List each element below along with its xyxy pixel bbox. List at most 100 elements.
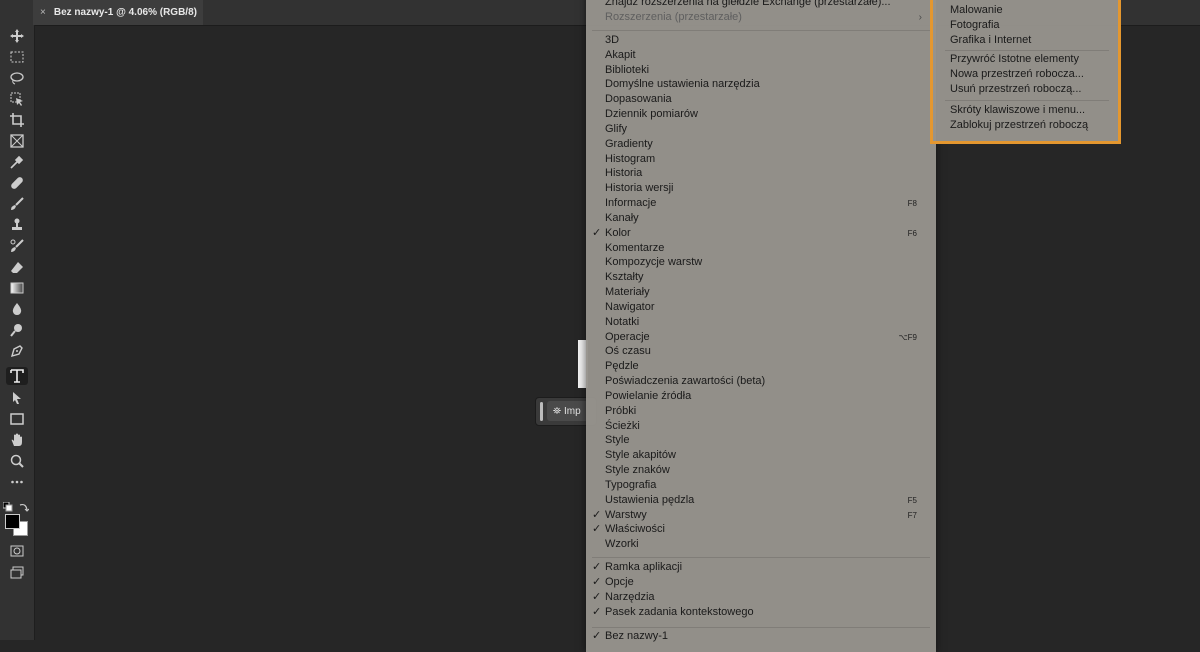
- dodge-tool-icon[interactable]: [6, 321, 28, 339]
- object-select-tool-icon[interactable]: [6, 90, 28, 108]
- menu-item-kolor[interactable]: ✓ Kolor F6: [586, 226, 936, 241]
- eraser-tool-icon[interactable]: [6, 258, 28, 276]
- menu-item-label: Kanały: [605, 211, 639, 224]
- move-tool-icon[interactable]: [6, 27, 28, 45]
- eyedropper-tool-icon[interactable]: [6, 153, 28, 171]
- document-tab[interactable]: × Bez nazwy-1 @ 4.06% (RGB/8): [33, 0, 203, 25]
- menu-item-label: Typografia: [605, 478, 657, 491]
- default-colors-icon[interactable]: [2, 499, 13, 512]
- menu-item-historia-wersji[interactable]: Historia wersji: [586, 181, 936, 196]
- menu-item-znajdz-rozszerzenia-na-gieldzie-exchange-przestarzale[interactable]: Znajdź rozszerzenia na giełdzie Exchange…: [586, 0, 936, 10]
- menu-item-kanaly[interactable]: Kanały: [586, 211, 936, 226]
- menu-item-wlasciwosci[interactable]: ✓ Właściwości: [586, 522, 936, 537]
- menu-item-komentarze[interactable]: Komentarze: [586, 241, 936, 256]
- hand-tool-icon[interactable]: [6, 431, 28, 449]
- menu-item-kompozycje-warstw[interactable]: Kompozycje warstw: [586, 255, 936, 270]
- menu-item-label: Oś czasu: [605, 345, 651, 358]
- menu-item-typografia[interactable]: Typografia: [586, 478, 936, 493]
- menu-item-ustawienia-pedzla[interactable]: Ustawienia pędzla F5: [586, 493, 936, 508]
- lasso-tool-icon[interactable]: [6, 69, 28, 87]
- menu-item-notatki[interactable]: Notatki: [586, 315, 936, 330]
- brush-tool-icon[interactable]: [6, 195, 28, 213]
- swap-colors-icon[interactable]: [19, 499, 30, 512]
- menu-item-label: Histogram: [605, 152, 656, 165]
- rectangle-tool-icon[interactable]: [6, 410, 28, 428]
- menu-item-sciezki[interactable]: Ścieżki: [586, 419, 936, 434]
- menu-item-dziennik-pomiarow[interactable]: Dziennik pomiarów: [586, 107, 936, 122]
- menu-item-3d[interactable]: 3D: [586, 33, 936, 48]
- menu-item-informacje[interactable]: Informacje F8: [586, 196, 936, 211]
- menu-item-warstwy[interactable]: ✓ Warstwy F7: [586, 508, 936, 523]
- crop-tool-icon[interactable]: [6, 111, 28, 129]
- shortcut-label: F6: [907, 228, 917, 238]
- menu-item-akapit[interactable]: Akapit: [586, 48, 936, 63]
- menu-item-label: Narzędzia: [605, 590, 655, 603]
- menu-item-style[interactable]: Style: [586, 433, 936, 448]
- menu-item-glify[interactable]: Glify: [586, 122, 936, 137]
- more-tools-icon[interactable]: [6, 473, 28, 491]
- pen-tool-icon[interactable]: [6, 342, 28, 360]
- gradient-tool-icon[interactable]: [6, 279, 28, 297]
- menu-item-ramka-aplikacji[interactable]: ✓ Ramka aplikacji: [586, 560, 936, 575]
- menu-item-label: Właściwości: [605, 523, 665, 536]
- window-menu: Znajdź rozszerzenia na giełdzie Exchange…: [586, 0, 936, 652]
- menu-item-nawigator[interactable]: Nawigator: [586, 300, 936, 315]
- drag-handle-icon[interactable]: [540, 402, 543, 421]
- healing-brush-tool-icon[interactable]: [6, 174, 28, 192]
- tab-close-icon[interactable]: ×: [40, 7, 46, 18]
- menu-item-rozszerzenia-przestarzale[interactable]: Rozszerzenia (przestarzałe) ›: [586, 10, 936, 25]
- checkmark-icon: ✓: [592, 508, 602, 521]
- clone-stamp-tool-icon[interactable]: [6, 216, 28, 234]
- workspace-item-fotografia[interactable]: Fotografia: [950, 18, 1000, 33]
- menu-item-label: Znajdź rozszerzenia na giełdzie Exchange…: [605, 0, 891, 8]
- menu-item-os-czasu[interactable]: Oś czasu: [586, 344, 936, 359]
- workspace-item-malowanie[interactable]: Malowanie: [950, 3, 1003, 18]
- workspace-item-usun-przestrzen-robocza[interactable]: Usuń przestrzeń roboczą...: [950, 82, 1081, 97]
- menu-item-powielanie-zrodla[interactable]: Powielanie źródła: [586, 389, 936, 404]
- type-tool-icon[interactable]: [6, 367, 28, 385]
- workspace-submenu: Malowanie Fotografia Grafika i Internet Prz…: [930, 0, 1121, 144]
- shortcut-label: ⌥F9: [898, 332, 917, 342]
- menu-item-operacje[interactable]: Operacje ⌥F9: [586, 330, 936, 345]
- menu-item-ksztalty[interactable]: Kształty: [586, 270, 936, 285]
- menu-item-label: Rozszerzenia (przestarzałe): [605, 11, 742, 23]
- checkmark-icon: ✓: [592, 575, 602, 588]
- menu-item-narzedzia[interactable]: ✓ Narzędzia: [586, 590, 936, 605]
- menu-item-style-znakow[interactable]: Style znaków: [586, 463, 936, 478]
- menu-separator: [592, 30, 930, 31]
- menu-item-label: Historia: [605, 167, 643, 180]
- menu-separator: [945, 50, 1109, 51]
- menu-item-dopasowania[interactable]: Dopasowania: [586, 92, 936, 107]
- workspace-item-grafika-i-internet[interactable]: Grafika i Internet: [950, 33, 1031, 48]
- menu-item-domyslne-ustawienia-narzedzia[interactable]: Domyślne ustawienia narzędzia: [586, 77, 936, 92]
- menu-item-historia[interactable]: Historia: [586, 166, 936, 181]
- menu-item-bez-nazwy-1[interactable]: ✓ Bez nazwy-1: [586, 629, 936, 644]
- zoom-tool-icon[interactable]: [6, 452, 28, 470]
- menu-item-opcje[interactable]: ✓ Opcje: [586, 575, 936, 590]
- frame-tool-icon[interactable]: [6, 132, 28, 150]
- workspace-item-nowa-przestrzen-robocza[interactable]: Nowa przestrzeń robocza...: [950, 67, 1084, 82]
- blur-tool-icon[interactable]: [6, 300, 28, 318]
- menu-item-label: Próbki: [605, 404, 637, 417]
- screen-mode-icon[interactable]: [6, 564, 28, 582]
- menu-item-gradienty[interactable]: Gradienty: [586, 137, 936, 152]
- history-brush-tool-icon[interactable]: [6, 237, 28, 255]
- menu-item-histogram[interactable]: Histogram: [586, 152, 936, 167]
- foreground-color-swatch[interactable]: [5, 514, 20, 529]
- menu-item-pedzle[interactable]: Pędzle: [586, 359, 936, 374]
- quick-mask-icon[interactable]: [6, 542, 28, 560]
- menu-item-label: Kolor: [605, 226, 631, 239]
- path-selection-tool-icon[interactable]: [6, 389, 28, 407]
- menu-item-biblioteki[interactable]: Biblioteki: [586, 63, 936, 78]
- menu-item-style-akapitow[interactable]: Style akapitów: [586, 448, 936, 463]
- workspace-item-skroty-klawiszowe-i-menu[interactable]: Skróty klawiszowe i menu...: [950, 103, 1085, 118]
- workspace-item-zablokuj-przestrzen-robocza[interactable]: Zablokuj przestrzeń roboczą: [950, 118, 1088, 133]
- menu-item-probki[interactable]: Próbki: [586, 404, 936, 419]
- menu-item-wzorki[interactable]: Wzorki: [586, 537, 936, 552]
- menu-item-label: Materiały: [605, 286, 650, 299]
- menu-item-pasek-zadania-kontekstowego[interactable]: ✓ Pasek zadania kontekstowego: [586, 605, 936, 620]
- marquee-tool-icon[interactable]: [6, 48, 28, 66]
- workspace-item-przywroc-istotne-elementy[interactable]: Przywróć Istotne elementy: [950, 52, 1079, 67]
- menu-item-materialy[interactable]: Materiały: [586, 285, 936, 300]
- menu-item-poswiadczenia-zawartosci-beta[interactable]: Poświadczenia zawartości (beta): [586, 374, 936, 389]
